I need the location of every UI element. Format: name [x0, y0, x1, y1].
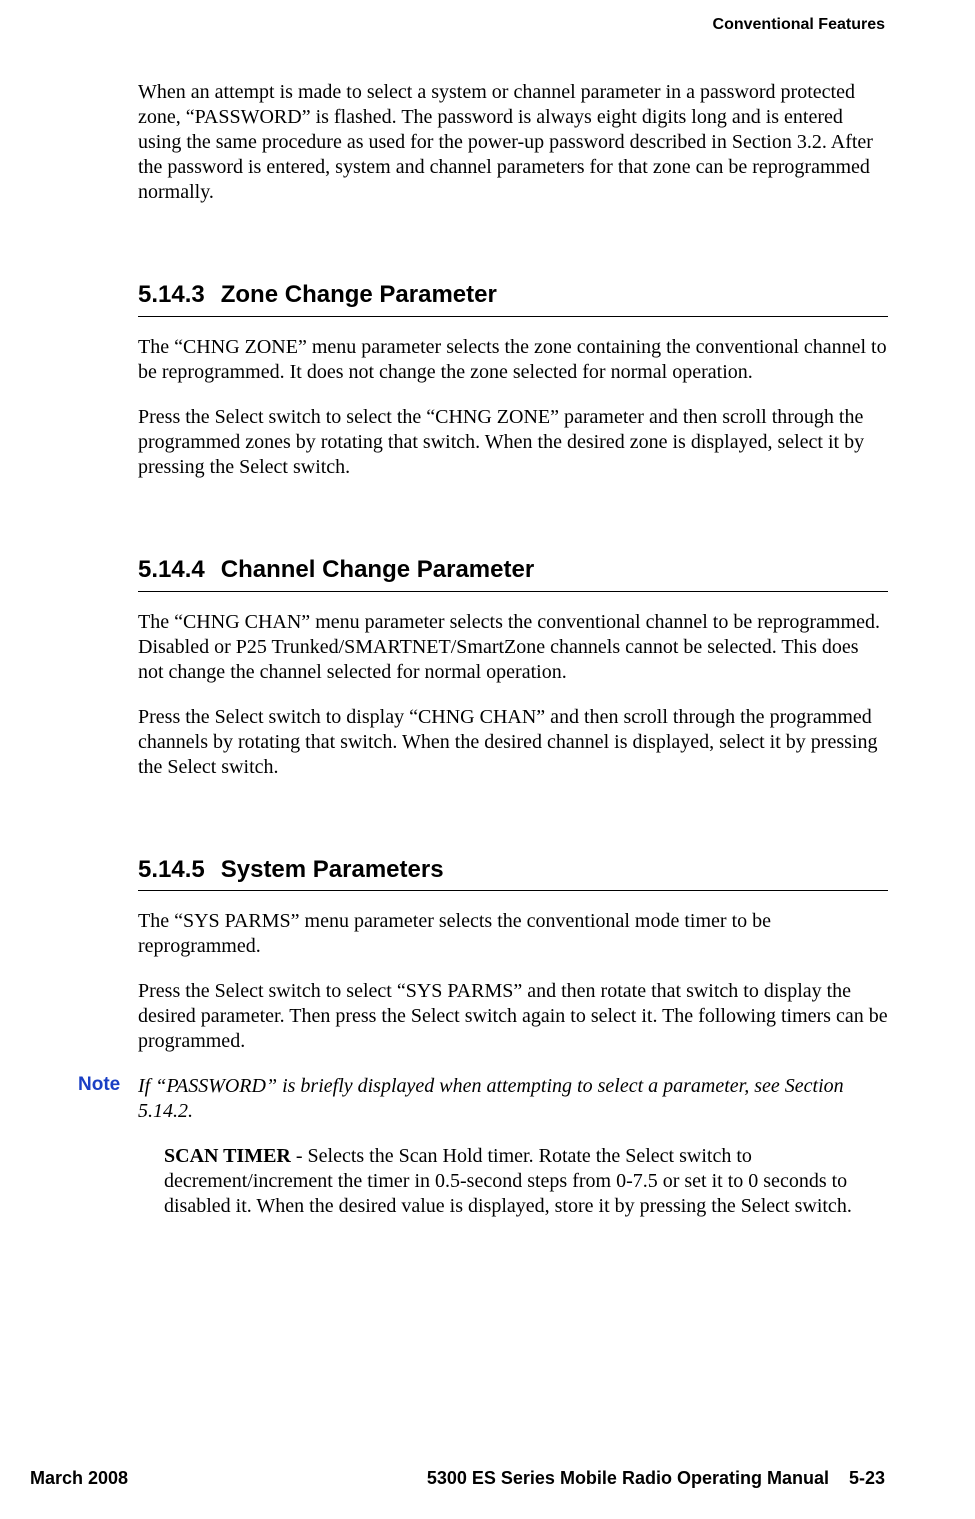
- section-title: System Parameters: [221, 856, 444, 883]
- heading-rule: [138, 316, 888, 317]
- note-label: Note: [78, 1074, 138, 1096]
- note-text: If “PASSWORD” is briefly displayed when …: [138, 1074, 888, 1124]
- body-paragraph: The “CHNG ZONE” menu parameter selects t…: [138, 335, 888, 385]
- section-heading: 5.14.3 Zone Change Parameter: [138, 281, 888, 310]
- list-item: SCAN TIMER - Selects the Scan Hold timer…: [164, 1144, 888, 1219]
- footer-manual-title: 5300 ES Series Mobile Radio Operating Ma…: [427, 1468, 829, 1489]
- footer-date: March 2008: [30, 1468, 128, 1489]
- section-number: 5.14.5: [138, 856, 205, 885]
- body-paragraph: The “CHNG CHAN” menu parameter selects t…: [138, 610, 888, 685]
- body-paragraph: Press the Select switch to display “CHNG…: [138, 705, 888, 780]
- section-title: Channel Change Parameter: [221, 556, 534, 583]
- footer-page-number: 5-23: [849, 1468, 885, 1489]
- body-paragraph: The “SYS PARMS” menu parameter selects t…: [138, 909, 888, 959]
- note-block: Note If “PASSWORD” is briefly displayed …: [138, 1074, 888, 1124]
- main-content: When an attempt is made to select a syst…: [138, 80, 888, 1239]
- page-footer: March 2008 5300 ES Series Mobile Radio O…: [0, 1468, 975, 1489]
- intro-paragraph: When an attempt is made to select a syst…: [138, 80, 888, 205]
- page: Conventional Features When an attempt is…: [0, 0, 975, 1519]
- footer-right-group: 5300 ES Series Mobile Radio Operating Ma…: [427, 1468, 885, 1489]
- section-heading: 5.14.5 System Parameters: [138, 856, 888, 885]
- heading-rule: [138, 890, 888, 891]
- running-header: Conventional Features: [713, 16, 885, 34]
- section-title: Zone Change Parameter: [221, 281, 497, 308]
- body-paragraph: Press the Select switch to select the “C…: [138, 405, 888, 480]
- list-item-lead: SCAN TIMER: [164, 1145, 291, 1167]
- section-number: 5.14.4: [138, 556, 205, 585]
- heading-rule: [138, 591, 888, 592]
- section-number: 5.14.3: [138, 281, 205, 310]
- section-heading: 5.14.4 Channel Change Parameter: [138, 556, 888, 585]
- body-paragraph: Press the Select switch to select “SYS P…: [138, 979, 888, 1054]
